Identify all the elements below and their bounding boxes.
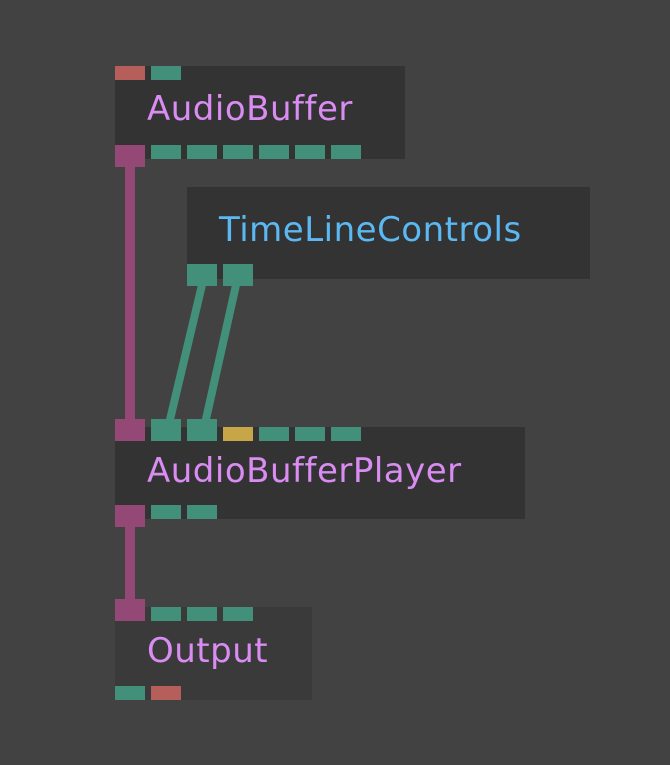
node-title-timeline-controls: TimeLineControls	[219, 210, 522, 250]
audio-buffer-value-input-port[interactable]	[151, 66, 181, 80]
player-value-input-port-1[interactable]	[151, 419, 181, 441]
audio-buffer-output-port-3[interactable]	[223, 145, 253, 159]
player-value-input-port-5[interactable]	[331, 427, 361, 441]
output-value-input-port-2[interactable]	[187, 607, 217, 621]
player-output-port-2[interactable]	[187, 505, 217, 519]
audio-buffer-output-port-5[interactable]	[295, 145, 325, 159]
player-number-input-port[interactable]	[223, 427, 253, 441]
audio-buffer-output-port-2[interactable]	[187, 145, 217, 159]
timeline-controls-output-port-2[interactable]	[223, 264, 253, 286]
audio-buffer-output-port-6[interactable]	[331, 145, 361, 159]
player-audio-input-port[interactable]	[115, 419, 145, 441]
player-output-port-1[interactable]	[151, 505, 181, 519]
timeline-controls-output-port-1[interactable]	[187, 264, 217, 286]
player-value-input-port-3[interactable]	[259, 427, 289, 441]
output-value-input-port-1[interactable]	[151, 607, 181, 621]
node-title-audio-buffer: AudioBuffer	[147, 89, 353, 129]
wire-timeline-to-player-1[interactable]	[164, 284, 206, 429]
audio-buffer-output-port-1[interactable]	[151, 145, 181, 159]
output-audio-input-port[interactable]	[115, 599, 145, 621]
player-value-input-port-4[interactable]	[295, 427, 325, 441]
output-trigger-output-port[interactable]	[151, 686, 181, 700]
audio-buffer-output-port-4[interactable]	[259, 145, 289, 159]
output-value-output-port[interactable]	[115, 686, 145, 700]
player-value-input-port-2[interactable]	[187, 419, 217, 441]
node-title-output: Output	[147, 631, 269, 671]
audio-buffer-audio-output-port[interactable]	[115, 145, 145, 167]
audio-buffer-trigger-input-port[interactable]	[115, 66, 145, 80]
player-audio-output-port[interactable]	[115, 505, 145, 527]
wire-timeline-to-player-2[interactable]	[200, 284, 240, 429]
output-value-input-port-3[interactable]	[223, 607, 253, 621]
node-title-audio-buffer-player: AudioBufferPlayer	[147, 451, 462, 491]
